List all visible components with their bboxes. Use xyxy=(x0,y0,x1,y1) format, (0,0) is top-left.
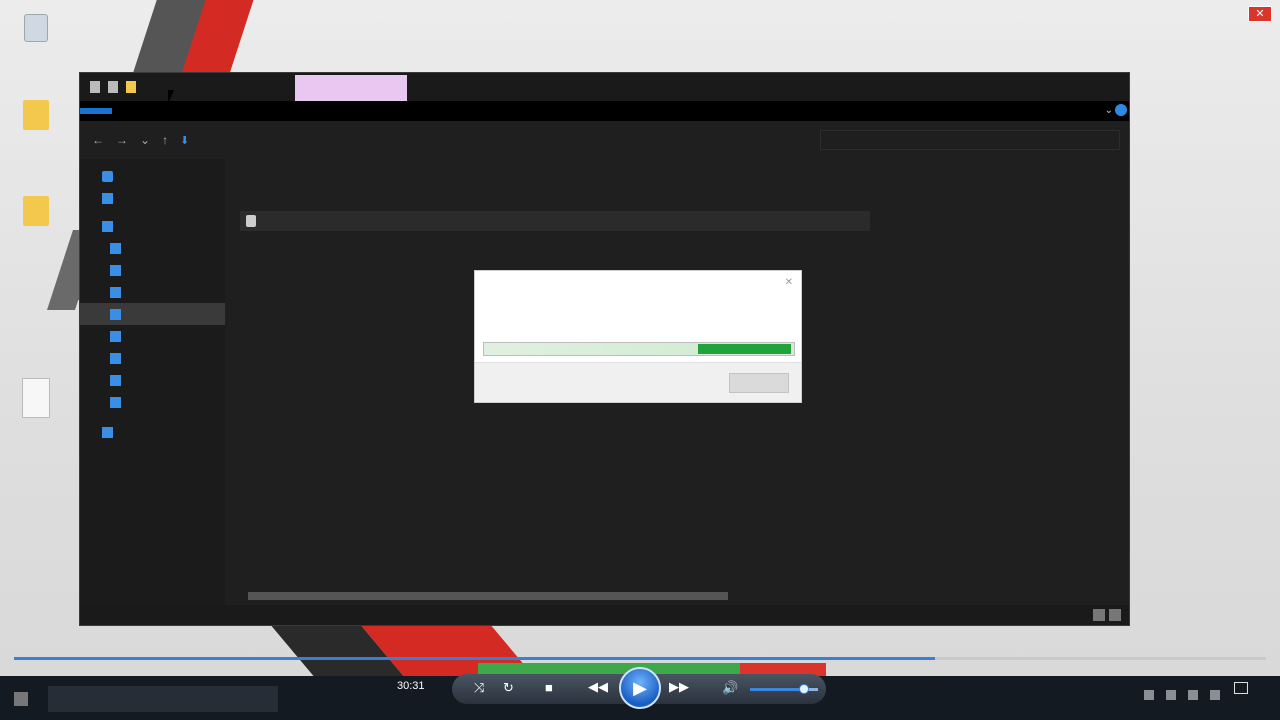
picture-icon xyxy=(110,352,121,364)
chevron-down-icon[interactable]: ⌄ xyxy=(1105,105,1113,116)
dialog-button[interactable] xyxy=(729,373,789,393)
nav-item-local-disk[interactable] xyxy=(80,391,225,413)
nav-item-documents[interactable] xyxy=(80,281,225,303)
shuffle-icon[interactable]: ⤨ xyxy=(474,680,484,696)
stop-icon[interactable]: ■ xyxy=(545,680,553,695)
nav-item-pictures[interactable] xyxy=(80,347,225,369)
elapsed-time: 30:31 xyxy=(397,680,425,692)
drive-icon xyxy=(110,396,121,408)
mouse-cursor-icon xyxy=(168,90,174,104)
progress-bar xyxy=(483,342,795,356)
document-icon xyxy=(110,286,121,298)
help-icon[interactable] xyxy=(1115,104,1127,116)
desktop-icon-folder[interactable] xyxy=(12,196,60,230)
download-icon xyxy=(110,308,121,320)
install-progress-dialog: ✕ xyxy=(474,270,802,403)
title-bar xyxy=(80,73,1129,101)
navigation-buttons: ← → ⌄ ↑ xyxy=(80,133,168,147)
star-icon xyxy=(102,170,113,182)
recycle-bin-icon xyxy=(24,14,48,42)
table-row[interactable] xyxy=(240,211,870,231)
network-icon[interactable] xyxy=(1188,690,1198,700)
system-tray xyxy=(1144,690,1220,700)
tray-icon[interactable] xyxy=(1166,690,1176,700)
up-arrow-icon[interactable]: ↑ xyxy=(162,133,168,147)
volume-icon[interactable]: 🔊 xyxy=(722,680,738,696)
quick-access-toolbar xyxy=(80,81,136,93)
horizontal-scrollbar[interactable] xyxy=(244,590,870,602)
nav-item-3d-objects[interactable] xyxy=(80,237,225,259)
nav-item-network[interactable] xyxy=(80,421,225,443)
volume-slider[interactable] xyxy=(750,682,818,696)
details-view-icon[interactable] xyxy=(1093,609,1105,621)
dialog-footer xyxy=(475,362,801,402)
cube-icon xyxy=(110,242,121,254)
address-row: ← → ⌄ ↑ ⬇ xyxy=(80,121,1129,159)
windows-start-icon[interactable] xyxy=(14,692,28,706)
network-icon xyxy=(102,426,113,438)
group-label[interactable] xyxy=(240,189,880,211)
nav-item-videos[interactable] xyxy=(80,369,225,391)
contextual-tool-tab[interactable] xyxy=(295,75,407,101)
fullscreen-icon[interactable] xyxy=(1234,682,1248,694)
large-icons-view-icon[interactable] xyxy=(1109,609,1121,621)
volume-level xyxy=(750,688,805,691)
folder-icon xyxy=(23,100,49,130)
seek-bar[interactable] xyxy=(14,657,1266,660)
navigation-pane xyxy=(80,159,225,605)
play-button[interactable]: ▶ xyxy=(619,667,661,709)
taskbar-search-input[interactable] xyxy=(48,686,278,712)
nav-item-downloads[interactable] xyxy=(80,303,225,325)
volume-icon[interactable] xyxy=(1210,690,1220,700)
scrollbar-thumb[interactable] xyxy=(248,592,728,600)
fast-forward-icon[interactable]: ▶▶ xyxy=(669,679,689,695)
video-icon xyxy=(110,374,121,386)
tab-file[interactable] xyxy=(80,108,112,114)
progress-fill xyxy=(697,344,791,354)
nav-item-music[interactable] xyxy=(80,325,225,347)
ribbon-tabs: ⌄ xyxy=(80,101,1129,121)
file-name xyxy=(240,215,488,227)
nav-item-quick-access[interactable] xyxy=(80,165,225,187)
folder-icon xyxy=(23,196,49,226)
volume-knob[interactable] xyxy=(799,684,810,694)
column-headers xyxy=(240,159,880,189)
address-bar[interactable]: ⬇ xyxy=(180,130,800,150)
recent-locations-icon[interactable]: ⌄ xyxy=(140,133,150,147)
system-menu-icon[interactable] xyxy=(90,81,100,93)
properties-icon[interactable] xyxy=(108,81,118,93)
close-icon[interactable]: ✕ xyxy=(785,277,793,288)
computer-icon xyxy=(102,220,113,232)
progress-glow xyxy=(484,343,698,355)
cloud-icon xyxy=(102,192,113,204)
desktop-icon-recycle-bin[interactable] xyxy=(12,14,60,46)
player-close-button[interactable]: ✕ xyxy=(1248,6,1272,22)
desktop-icon-folder[interactable] xyxy=(12,100,60,134)
document-icon xyxy=(22,378,50,418)
forward-arrow-icon[interactable]: → xyxy=(116,133,128,147)
file-icon xyxy=(246,215,256,227)
status-bar xyxy=(80,605,1129,625)
new-folder-icon[interactable] xyxy=(126,81,136,93)
nav-item-desktop[interactable] xyxy=(80,259,225,281)
search-input[interactable] xyxy=(820,130,1120,150)
view-buttons xyxy=(1093,609,1121,621)
back-arrow-icon[interactable]: ← xyxy=(92,133,104,147)
tray-icon[interactable] xyxy=(1144,690,1154,700)
nav-item-onedrive[interactable] xyxy=(80,187,225,209)
seek-bar-played xyxy=(14,657,936,660)
rewind-icon[interactable]: ◀◀ xyxy=(588,679,608,695)
nav-item-this-pc[interactable] xyxy=(80,215,225,237)
desktop-icon-document[interactable] xyxy=(12,378,60,422)
repeat-icon[interactable]: ↻ xyxy=(503,680,514,696)
desktop-icon xyxy=(110,264,121,276)
music-icon xyxy=(110,330,121,342)
downloads-arrow-icon: ⬇ xyxy=(180,134,190,147)
